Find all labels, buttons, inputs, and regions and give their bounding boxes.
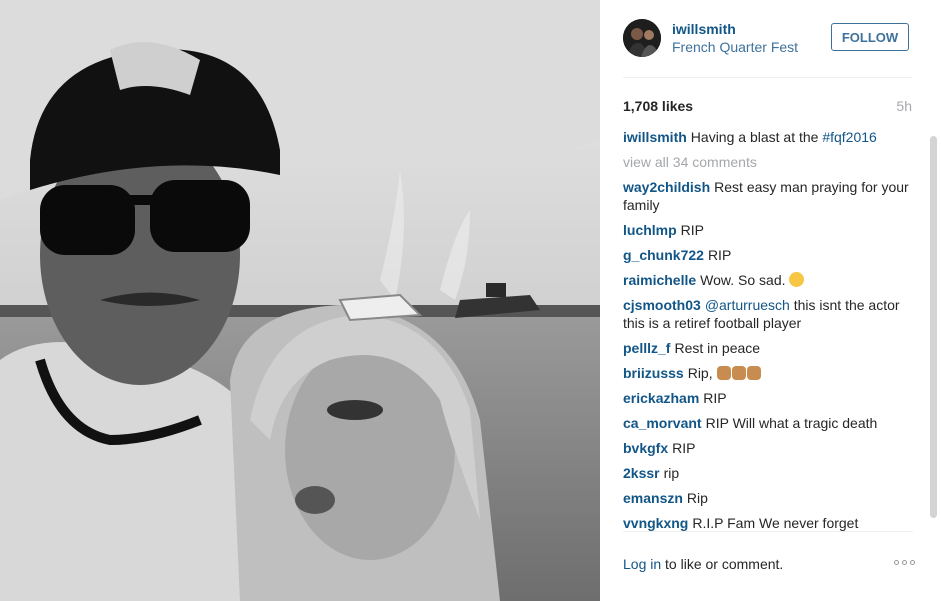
comment-text: Rest in peace [674, 340, 761, 356]
post-footer: Log in to like or comment. [623, 531, 915, 587]
comment-text: RIP [707, 247, 732, 263]
comment-item: ca_morvant RIP Will what a tragic death [623, 414, 912, 432]
comment-username[interactable]: luchlmp [623, 222, 677, 238]
post-header: iwillsmith French Quarter Fest FOLLOW [623, 19, 912, 78]
caption-hashtag[interactable]: #fqf2016 [822, 129, 877, 145]
comment-text: RIP [680, 222, 705, 238]
comment-text: rip [663, 465, 680, 481]
comment-item: vvngkxng R.I.P Fam We never forget [623, 514, 912, 531]
comment-text: Wow. So sad. [700, 272, 786, 288]
follow-button[interactable]: FOLLOW [831, 23, 909, 51]
comment-text: RIP Will what a tragic death [705, 415, 878, 431]
post-location[interactable]: French Quarter Fest [672, 39, 798, 55]
comment-item: luchlmp RIP [623, 221, 912, 239]
likes-row: 1,708 likes 5h [623, 98, 912, 116]
comment-item: way2childish Rest easy man praying for yo… [623, 178, 912, 214]
comment-item: erickazham RIP [623, 389, 912, 407]
comment-item: pelllz_f Rest in peace [623, 339, 912, 357]
comment-username[interactable]: cjsmooth03 [623, 297, 701, 313]
post-time[interactable]: 5h [896, 98, 912, 114]
ellipsis-icon[interactable] [894, 560, 915, 565]
comment-item: briizusss Rip, [623, 364, 912, 382]
comment-username[interactable]: g_chunk722 [623, 247, 704, 263]
monkey-emoji-icon [731, 366, 746, 380]
post-username[interactable]: iwillsmith [672, 21, 736, 37]
dot [902, 560, 907, 565]
caption: iwillsmith Having a blast at the #fqf2016 [623, 128, 912, 146]
selfie-photo-illustration [0, 0, 600, 601]
confused-face-emoji-icon [789, 272, 805, 287]
comment-username[interactable]: ca_morvant [623, 415, 702, 431]
comment-text: Rip [686, 490, 708, 506]
comments-scrollbar[interactable] [930, 128, 937, 528]
comment-item: 2kssr rip [623, 464, 912, 482]
dot [894, 560, 899, 565]
monkey-emoji-icon [746, 366, 761, 380]
comment-text: RIP [703, 390, 727, 406]
comment-username[interactable]: briizusss [623, 365, 684, 381]
login-link[interactable]: Log in [623, 556, 661, 572]
comment-item: bvkgfx RIP [623, 439, 912, 457]
login-prompt: Log in to like or comment. [623, 556, 783, 572]
caption-username[interactable]: iwillsmith [623, 129, 687, 145]
comment-username[interactable]: way2childish [623, 179, 710, 195]
comment-item: cjsmooth03 @arturruesch this isnt the act… [623, 296, 912, 332]
avatar[interactable] [623, 19, 661, 57]
login-prompt-text: to like or comment. [661, 556, 784, 572]
comment-username[interactable]: emanszn [623, 490, 683, 506]
comment-username[interactable]: pelllz_f [623, 340, 670, 356]
dot [910, 560, 915, 565]
monkey-emoji-icon [716, 366, 731, 380]
comment-text: R.I.P Fam We never forget [692, 515, 859, 531]
comment-username[interactable]: bvkgfx [623, 440, 668, 456]
post-photo[interactable] [0, 0, 600, 601]
comment-username[interactable]: vvngkxng [623, 515, 688, 531]
comment-item: raimichelle Wow. So sad. [623, 271, 912, 289]
comment-mention[interactable]: @arturruesch [705, 297, 790, 313]
comment-item: g_chunk722 RIP [623, 246, 912, 264]
comment-username[interactable]: erickazham [623, 390, 699, 406]
comment-username[interactable]: raimichelle [623, 272, 696, 288]
avatar-image [623, 19, 661, 57]
likes-count[interactable]: 1,708 likes [623, 98, 693, 114]
comment-text: Rip, [687, 365, 713, 381]
comment-item: emanszn Rip [623, 489, 912, 507]
view-all-comments-link[interactable]: view all 34 comments [623, 153, 912, 171]
caption-text: Having a blast at the [690, 129, 823, 145]
comment-username[interactable]: 2kssr [623, 465, 660, 481]
comment-text: RIP [672, 440, 696, 456]
scrollbar-thumb[interactable] [930, 136, 937, 518]
comments-list[interactable]: iwillsmith Having a blast at the #fqf2016… [623, 128, 912, 531]
post-details-panel: iwillsmith French Quarter Fest FOLLOW 1,… [600, 0, 941, 601]
